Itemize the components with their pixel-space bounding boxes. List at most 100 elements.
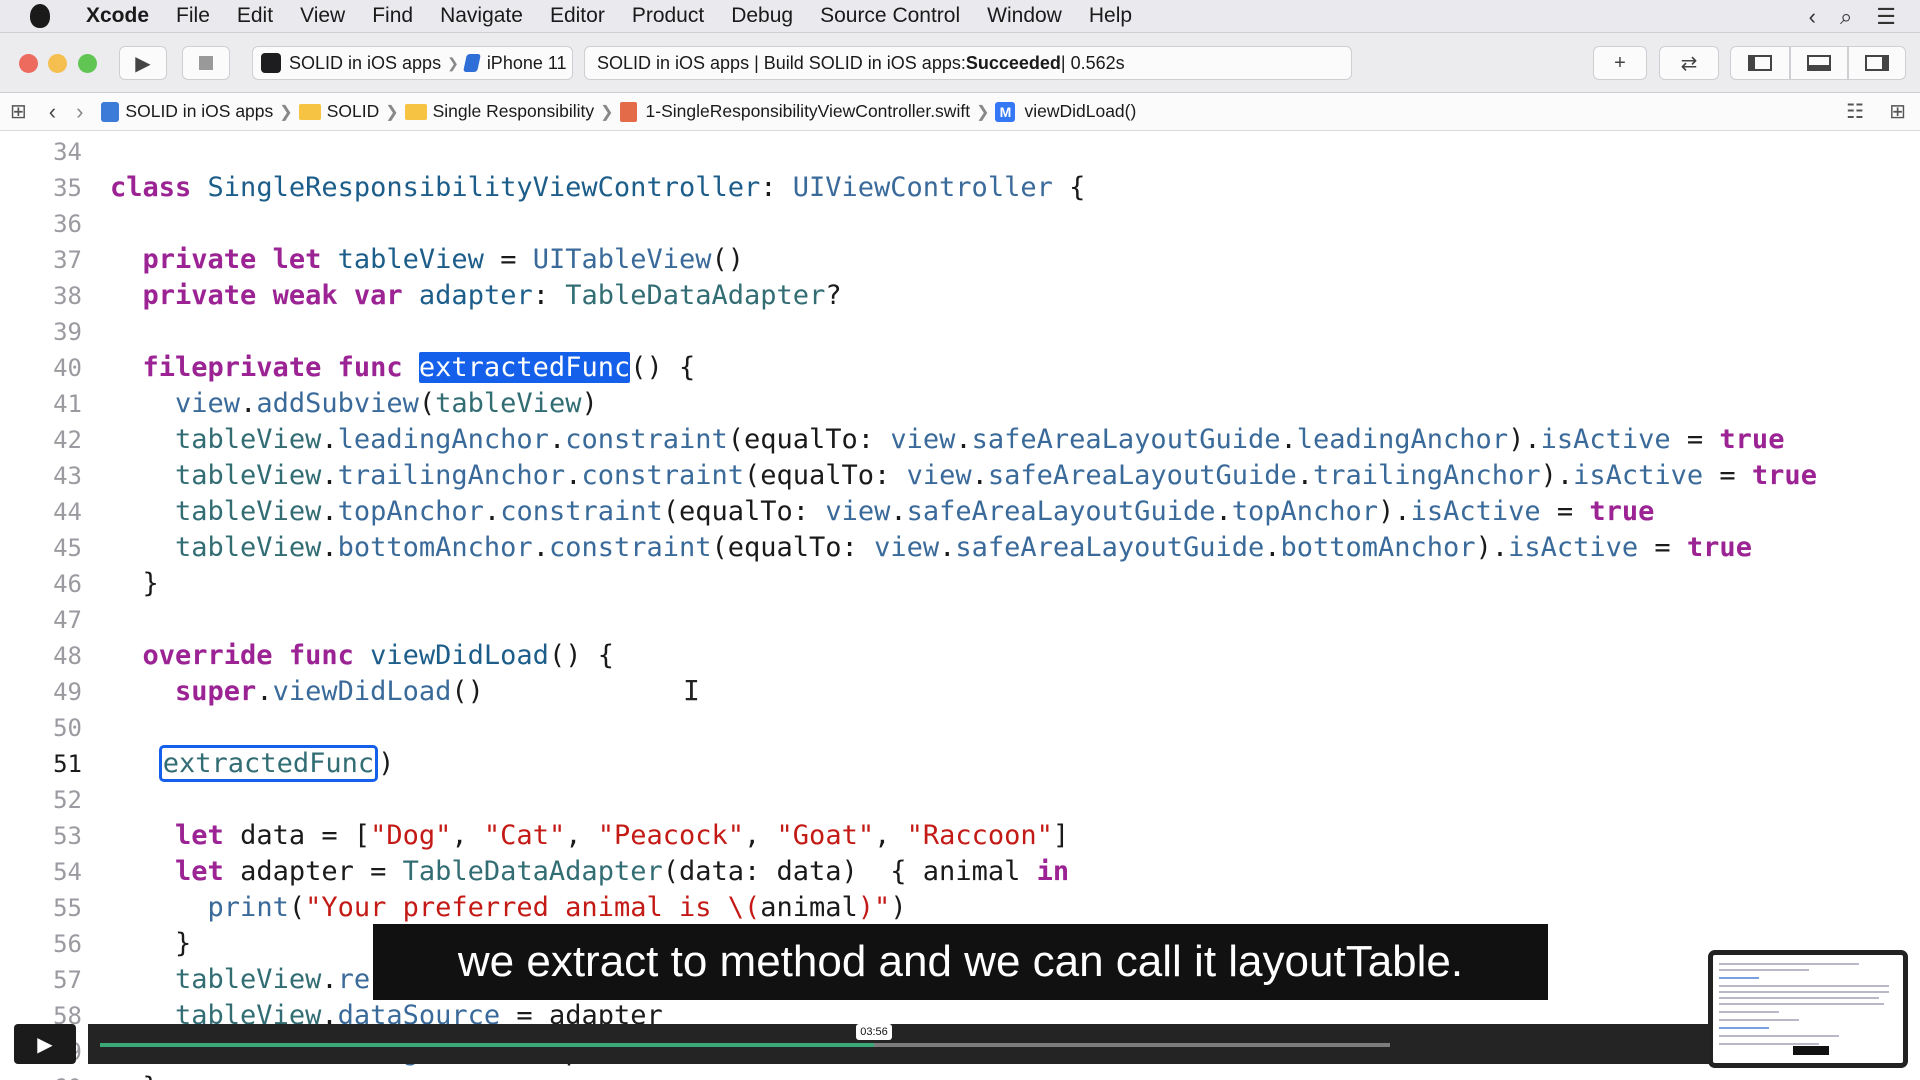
line-number[interactable]: 56 bbox=[0, 926, 82, 962]
menu-item-product[interactable]: Product bbox=[632, 4, 704, 28]
line-number[interactable]: 48 bbox=[0, 638, 82, 674]
menu-item-find[interactable]: Find bbox=[372, 4, 413, 28]
line-code[interactable]: view.addSubview(tableView) bbox=[110, 386, 598, 422]
line-code[interactable]: private let tableView = UITableView() bbox=[110, 242, 745, 278]
code-line[interactable]: 40 fileprivate func extractedFunc() { bbox=[0, 350, 1920, 386]
code-line[interactable]: 38 private weak var adapter: TableDataAd… bbox=[0, 278, 1920, 314]
line-code[interactable]: } bbox=[110, 926, 191, 962]
code-line[interactable]: 44 tableView.topAnchor.constraint(equalT… bbox=[0, 494, 1920, 530]
toggle-inspector-button[interactable] bbox=[1848, 46, 1906, 80]
stop-button[interactable] bbox=[182, 46, 230, 80]
menu-item-window[interactable]: Window bbox=[987, 4, 1062, 28]
line-number[interactable]: 50 bbox=[0, 710, 82, 746]
menu-item-navigate[interactable]: Navigate bbox=[440, 4, 523, 28]
line-number[interactable]: 49 bbox=[0, 674, 82, 710]
code-line[interactable]: 37 private let tableView = UITableView() bbox=[0, 242, 1920, 278]
line-number[interactable]: 40 bbox=[0, 350, 82, 386]
related-items-icon[interactable]: ⊞ bbox=[10, 99, 27, 124]
line-number[interactable]: 34 bbox=[0, 134, 82, 170]
line-number[interactable]: 35 bbox=[0, 170, 82, 206]
line-number[interactable]: 60 bbox=[0, 1070, 82, 1080]
line-code[interactable]: let data = ["Dog", "Cat", "Peacock", "Go… bbox=[110, 818, 1069, 854]
code-line[interactable]: 54 let adapter = TableDataAdapter(data: … bbox=[0, 854, 1920, 890]
line-number[interactable]: 57 bbox=[0, 962, 82, 998]
line-code[interactable]: tableView.re bbox=[110, 962, 370, 998]
code-line[interactable]: 46 } bbox=[0, 566, 1920, 602]
close-window-button[interactable] bbox=[19, 54, 38, 73]
code-line[interactable]: 47 bbox=[0, 602, 1920, 638]
split-editor-icon[interactable]: ⊞ bbox=[1889, 99, 1906, 124]
line-number[interactable]: 54 bbox=[0, 854, 82, 890]
code-line[interactable]: 36 bbox=[0, 206, 1920, 242]
line-number[interactable]: 36 bbox=[0, 206, 82, 242]
line-number[interactable]: 46 bbox=[0, 566, 82, 602]
line-number[interactable]: 52 bbox=[0, 782, 82, 818]
code-line[interactable]: 48 override func viewDidLoad() { bbox=[0, 638, 1920, 674]
scheme-selector[interactable]: SOLID in iOS apps ❯ iPhone 11 bbox=[252, 46, 573, 80]
line-number[interactable]: 38 bbox=[0, 278, 82, 314]
code-line[interactable]: 49 super.viewDidLoad() bbox=[0, 674, 1920, 710]
code-line[interactable]: 51 extractedFunc) bbox=[0, 745, 1920, 782]
list-icon[interactable]: ☰ bbox=[1876, 4, 1896, 30]
code-review-button[interactable]: ⇄ bbox=[1659, 46, 1719, 80]
line-code[interactable]: let adapter = TableDataAdapter(data: dat… bbox=[110, 854, 1069, 890]
search-icon[interactable]: ⌕ bbox=[1840, 4, 1852, 30]
line-code[interactable]: class SingleResponsibilityViewController… bbox=[110, 170, 1085, 206]
menu-item-editor[interactable]: Editor bbox=[550, 4, 605, 28]
code-line[interactable]: 45 tableView.bottomAnchor.constraint(equ… bbox=[0, 530, 1920, 566]
line-number[interactable]: 53 bbox=[0, 818, 82, 854]
line-code[interactable]: tableView.bottomAnchor.constraint(equalT… bbox=[110, 530, 1752, 566]
code-line[interactable]: 42 tableView.leadingAnchor.constraint(eq… bbox=[0, 422, 1920, 458]
toggle-navigator-button[interactable] bbox=[1730, 46, 1790, 80]
chevron-left-icon[interactable]: ‹ bbox=[1809, 4, 1816, 30]
menu-item-xcode[interactable]: Xcode bbox=[86, 4, 149, 28]
menu-item-file[interactable]: File bbox=[176, 4, 210, 28]
line-number[interactable]: 37 bbox=[0, 242, 82, 278]
menu-item-debug[interactable]: Debug bbox=[731, 4, 793, 28]
line-code[interactable]: private weak var adapter: TableDataAdapt… bbox=[110, 278, 842, 314]
code-line[interactable]: 34 bbox=[0, 134, 1920, 170]
code-line[interactable]: 43 tableView.trailingAnchor.constraint(e… bbox=[0, 458, 1920, 494]
line-code[interactable]: fileprivate func extractedFunc() { bbox=[110, 350, 695, 386]
line-code[interactable]: tableView.trailingAnchor.constraint(equa… bbox=[110, 458, 1817, 494]
line-code[interactable]: print("Your preferred animal is \(animal… bbox=[110, 890, 907, 926]
menu-item-edit[interactable]: Edit bbox=[237, 4, 273, 28]
library-button[interactable]: + bbox=[1593, 46, 1647, 80]
zoom-window-button[interactable] bbox=[78, 54, 97, 73]
breadcrumb-method[interactable]: M viewDidLoad() bbox=[995, 101, 1136, 122]
menu-item-help[interactable]: Help bbox=[1089, 4, 1132, 28]
menu-item-source-control[interactable]: Source Control bbox=[820, 4, 960, 28]
minimize-window-button[interactable] bbox=[48, 54, 67, 73]
line-code[interactable]: super.viewDidLoad() bbox=[110, 674, 484, 710]
line-number[interactable]: 47 bbox=[0, 602, 82, 638]
breadcrumb-group-single-responsibility[interactable]: Single Responsibility bbox=[404, 101, 594, 122]
line-code[interactable]: tableView.topAnchor.constraint(equalTo: … bbox=[110, 494, 1654, 530]
back-button[interactable]: ‹ bbox=[49, 99, 56, 125]
toggle-debug-area-button[interactable] bbox=[1790, 46, 1848, 80]
code-line[interactable]: 50 bbox=[0, 710, 1920, 746]
breadcrumb-file[interactable]: 1-SingleResponsibilityViewController.swi… bbox=[619, 101, 970, 122]
code-line[interactable]: 53 let data = ["Dog", "Cat", "Peacock", … bbox=[0, 818, 1920, 854]
editor-options-icon[interactable]: ☷ bbox=[1846, 99, 1864, 124]
code-line[interactable]: 60 } bbox=[0, 1070, 1920, 1080]
forward-button[interactable]: › bbox=[76, 99, 83, 125]
line-number[interactable]: 39 bbox=[0, 314, 82, 350]
line-number[interactable]: 45 bbox=[0, 530, 82, 566]
breadcrumb-project[interactable]: SOLID in iOS apps bbox=[101, 101, 273, 122]
breadcrumb-group-solid[interactable]: SOLID bbox=[298, 101, 379, 122]
code-line[interactable]: 41 view.addSubview(tableView) bbox=[0, 386, 1920, 422]
menu-item-view[interactable]: View bbox=[300, 4, 345, 28]
code-line[interactable]: 55 print("Your preferred animal is \(ani… bbox=[0, 890, 1920, 926]
code-line[interactable]: 39 bbox=[0, 314, 1920, 350]
line-number[interactable]: 41 bbox=[0, 386, 82, 422]
line-code[interactable]: } bbox=[110, 566, 159, 602]
code-line[interactable]: 52 bbox=[0, 782, 1920, 818]
line-number[interactable]: 42 bbox=[0, 422, 82, 458]
line-code[interactable]: override func viewDidLoad() { bbox=[110, 638, 614, 674]
line-code[interactable]: tableView.leadingAnchor.constraint(equal… bbox=[110, 422, 1784, 458]
line-number[interactable]: 55 bbox=[0, 890, 82, 926]
line-code[interactable]: } bbox=[110, 1070, 159, 1080]
code-line[interactable]: 35 class SingleResponsibilityViewControll… bbox=[0, 170, 1920, 206]
video-play-button[interactable]: ▶ bbox=[14, 1024, 76, 1064]
line-number[interactable]: 51 bbox=[0, 746, 82, 782]
